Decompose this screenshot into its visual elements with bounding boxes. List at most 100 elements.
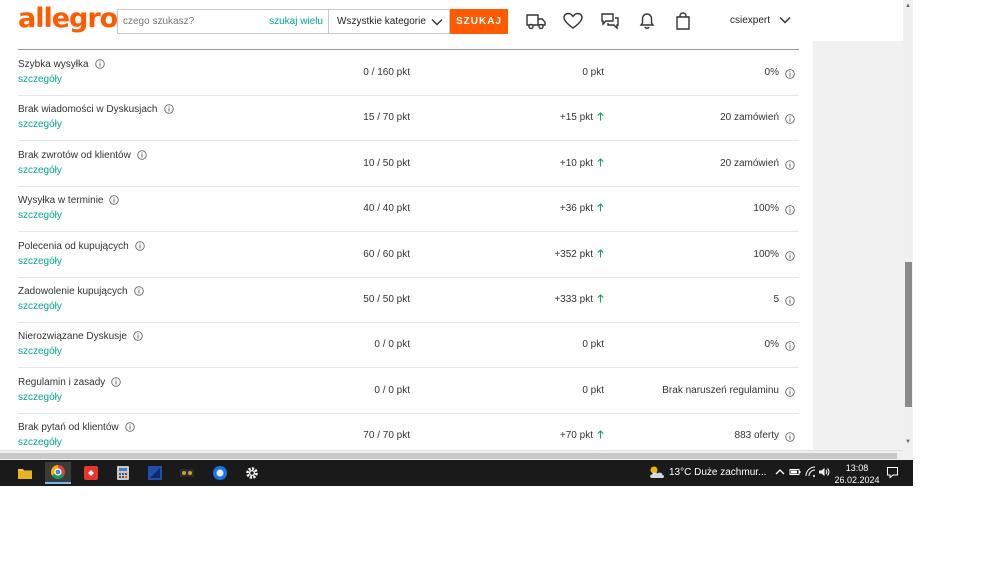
settings-gear-icon[interactable] (239, 462, 265, 484)
chevron-up-icon[interactable] (774, 466, 786, 478)
bell-icon[interactable] (636, 11, 658, 31)
info-icon[interactable] (109, 195, 120, 208)
category-label: Wszystkie kategorie (337, 16, 426, 27)
file-explorer-icon[interactable] (12, 462, 38, 484)
change-cell: +10 pkt (560, 158, 604, 170)
points-cell: 0 / 0 pkt (374, 384, 410, 396)
arrow-up-icon (597, 157, 604, 170)
change-text: +352 pkt (554, 248, 593, 260)
metric-name-text: Polecenia od kupujących (18, 240, 129, 252)
search-button[interactable]: SZUKAJ (450, 9, 508, 34)
horizontal-scrollbar[interactable] (0, 450, 903, 460)
info-icon[interactable] (133, 331, 143, 344)
quality-table-card: Szybka wysyłka szczegóły 0 / 160 pkt 0 pkt 0… (0, 41, 813, 460)
scroll-down-arrow-icon[interactable]: ▼ (905, 439, 911, 445)
category-select[interactable]: Wszystkie kategorie (329, 9, 450, 34)
info-icon[interactable] (785, 66, 795, 84)
vertical-scrollbar[interactable]: ▲ ▼ (903, 0, 913, 450)
info-icon[interactable] (134, 240, 145, 254)
messages-icon[interactable] (599, 11, 621, 31)
details-link[interactable]: szczegóły (18, 119, 62, 130)
details-link[interactable]: szczegóły (18, 256, 62, 267)
value-cell: 100% (753, 203, 779, 215)
metric-name-text: Szybka wysyłka (18, 59, 89, 70)
info-icon[interactable] (785, 338, 795, 356)
change-cell: 0 pkt (582, 385, 604, 396)
details-link[interactable]: szczegóły (18, 346, 62, 357)
value-cell: 20 zamówień (720, 112, 779, 124)
points-cell: 70 / 70 pkt (363, 430, 410, 442)
metric-name-text: Nierozwiązane Dyskusje (18, 331, 127, 343)
weather-text[interactable]: 13°C Duże zachmur... (669, 467, 766, 478)
info-icon[interactable] (137, 150, 147, 163)
heart-icon[interactable] (562, 11, 584, 31)
info-icon[interactable] (133, 286, 144, 299)
weather-cloud-icon[interactable] (648, 464, 666, 480)
app-blue-circle-icon[interactable] (207, 462, 233, 484)
info-icon[interactable] (785, 202, 795, 220)
info-icon[interactable] (111, 377, 122, 390)
volume-icon[interactable] (818, 466, 830, 478)
details-link[interactable]: szczegóły (18, 437, 62, 448)
horizontal-scroll-thumb[interactable] (0, 453, 897, 459)
value-cell: 100% (753, 248, 779, 260)
info-icon[interactable] (785, 293, 795, 311)
change-cell: +352 pkt (554, 249, 604, 261)
points-cell: 40 / 40 pkt (363, 203, 410, 215)
info-icon[interactable] (785, 429, 795, 447)
clock-time[interactable]: 13:08 (843, 463, 871, 473)
search-many-link[interactable]: szukaj wielu (269, 16, 323, 27)
vertical-scroll-thumb[interactable] (905, 262, 912, 407)
info-icon[interactable] (94, 59, 105, 72)
change-text: 0 pkt (582, 339, 604, 351)
wifi-icon[interactable] (804, 466, 816, 478)
browser-window: allegro szukaj wielu Wszystkie kategorie… (0, 0, 913, 460)
user-menu-label[interactable]: csiexpert (730, 15, 770, 26)
info-icon[interactable] (163, 104, 174, 117)
calculator-icon[interactable] (110, 462, 136, 484)
points-cell: 0 / 160 pkt (363, 67, 410, 78)
shopping-bag-icon[interactable] (672, 11, 694, 31)
details-link[interactable]: szczegóły (18, 210, 62, 221)
change-cell: 0 pkt (582, 339, 604, 350)
details-link[interactable]: szczegóły (18, 301, 62, 312)
app-blue-arrow-icon[interactable] (142, 462, 168, 484)
metric-name: Nierozwiązane Dyskusje (18, 331, 143, 344)
table-row: Wysyłka w terminie szczegóły 40 / 40 pkt +3… (18, 186, 799, 233)
delivery-truck-icon[interactable] (525, 11, 547, 31)
metric-name: Brak zwrotów od klientów (18, 150, 147, 163)
details-link[interactable]: szczegóły (18, 392, 62, 403)
allegro-logo[interactable]: allegro (18, 3, 118, 34)
change-cell: +36 pkt (560, 203, 604, 215)
change-text: +10 pkt (559, 157, 593, 169)
chrome-icon[interactable] (45, 462, 71, 484)
details-link[interactable]: szczegóły (18, 74, 62, 85)
points-cell: 10 / 50 pkt (363, 157, 410, 169)
table-row: Zadowolenie kupujących szczegóły 50 / 50 p… (18, 277, 799, 323)
points-cell: 15 / 70 pkt (363, 112, 410, 124)
change-text: +70 pkt (559, 430, 593, 442)
chevron-down-icon (431, 19, 443, 26)
info-icon[interactable] (785, 157, 795, 175)
app-dark-icon[interactable] (174, 462, 200, 484)
metric-name-text: Zadowolenie kupujących (18, 286, 128, 297)
change-text: 0 pkt (582, 384, 604, 396)
metric-name: Brak wiadomości w Dyskusjach (18, 104, 174, 117)
chevron-down-icon[interactable] (778, 13, 792, 27)
change-text: +15 pkt (559, 112, 593, 124)
info-icon[interactable] (785, 111, 795, 129)
details-link[interactable]: szczegóły (18, 165, 62, 176)
scroll-up-arrow-icon[interactable]: ▲ (905, 3, 911, 9)
table-row: Brak wiadomości w Dyskusjach szczegóły 15 … (18, 95, 799, 142)
arrow-up-icon (597, 203, 604, 215)
info-icon[interactable] (785, 248, 795, 266)
change-cell: +333 pkt (554, 294, 604, 306)
arrow-up-icon (597, 430, 604, 442)
anydesk-icon[interactable] (78, 462, 104, 484)
info-icon[interactable] (785, 384, 795, 402)
info-icon[interactable] (124, 422, 135, 435)
clock-date[interactable]: 26.02.2024 (834, 475, 880, 485)
notifications-icon[interactable] (886, 466, 899, 479)
battery-icon[interactable] (789, 466, 801, 478)
search-input[interactable] (118, 10, 273, 33)
